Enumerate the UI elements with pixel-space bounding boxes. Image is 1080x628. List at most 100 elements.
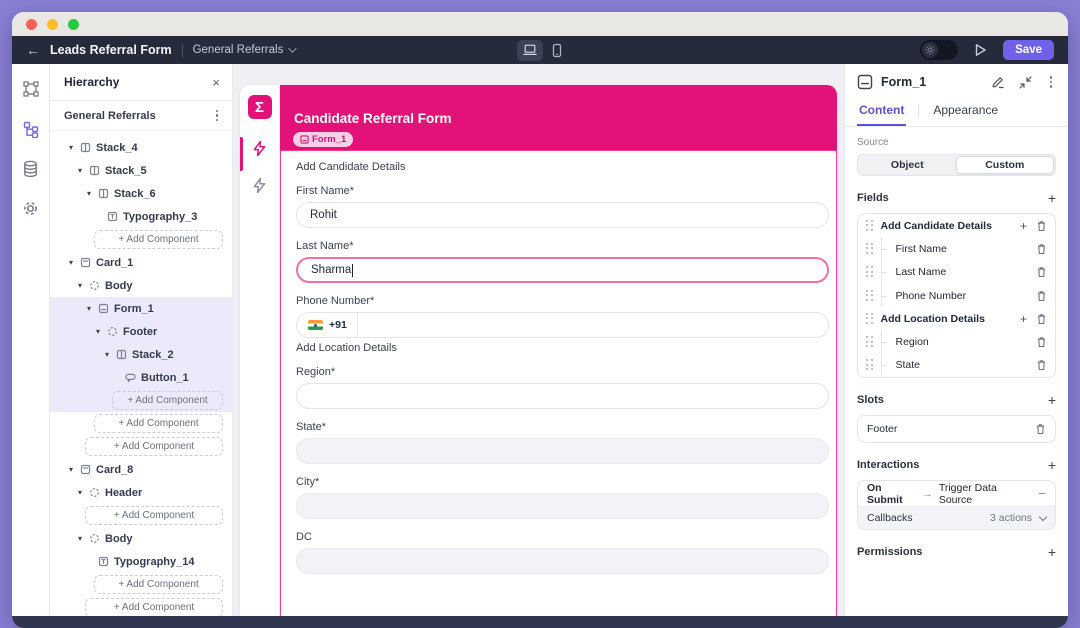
caret-down-icon[interactable]: ▾ — [76, 166, 84, 175]
tree-item-form_1[interactable]: ▾ Form_1 — [50, 297, 232, 320]
trash-icon[interactable] — [1036, 220, 1047, 232]
preview-play-button[interactable] — [974, 43, 987, 57]
drag-handle-icon[interactable] — [866, 289, 874, 302]
caret-down-icon[interactable]: ▾ — [76, 488, 84, 497]
hierarchy-panel-icon[interactable] — [22, 120, 40, 138]
caret-down-icon[interactable]: ▾ — [103, 350, 111, 359]
tree-item-typography_3[interactable]: ▾Typography_3 — [50, 205, 232, 228]
trash-icon[interactable] — [1036, 290, 1047, 302]
slot-row-footer[interactable]: Footer — [858, 416, 1055, 442]
tree-item-body[interactable]: ▾ Body — [50, 274, 232, 297]
form-selection-badge[interactable]: Form_1 — [293, 132, 354, 147]
tree-item-stack_4[interactable]: ▾ Stack_4 — [50, 136, 232, 159]
tree-add-component-button[interactable]: + Add Component — [50, 412, 232, 435]
tree-item-card_8[interactable]: ▾ Card_8 — [50, 458, 232, 481]
trash-icon[interactable] — [1036, 243, 1047, 255]
field-input-city[interactable] — [296, 493, 829, 519]
tree-item-stack_6[interactable]: ▾ Stack_6 — [50, 182, 232, 205]
tree-add-component-button[interactable]: + Add Component — [50, 504, 232, 527]
tree-item-footer[interactable]: ▾ Footer — [50, 320, 232, 343]
add-component-button[interactable]: + Add Component — [94, 414, 223, 433]
bolt-active-icon[interactable] — [253, 141, 266, 156]
fields-row-state[interactable]: State — [858, 353, 1055, 378]
hierarchy-root-row[interactable]: General Referrals — [50, 101, 232, 131]
trash-icon[interactable] — [1036, 336, 1047, 348]
drag-handle-icon[interactable] — [866, 312, 874, 325]
add-interaction-icon[interactable]: + — [1048, 458, 1056, 472]
tree-item-typography_14[interactable]: ▾Typography_14 — [50, 550, 232, 573]
field-input-region[interactable] — [296, 383, 829, 409]
tree-item-stack_2[interactable]: ▾ Stack_2 — [50, 343, 232, 366]
tree-add-component-button[interactable]: + Add Component — [50, 573, 232, 596]
caret-down-icon[interactable]: ▾ — [76, 534, 84, 543]
fields-row-add-location-details[interactable]: Add Location Details + — [858, 307, 1055, 330]
drag-handle-icon[interactable] — [866, 266, 874, 278]
fields-row-last-name[interactable]: Last Name — [858, 260, 1055, 284]
trash-icon[interactable] — [1036, 359, 1047, 371]
tree-item-header[interactable]: ▾ Header — [50, 481, 232, 504]
trash-icon[interactable] — [1036, 266, 1047, 278]
tree-add-component-button[interactable]: + Add Component — [50, 596, 232, 616]
caret-down-icon[interactable]: ▾ — [94, 327, 102, 336]
add-component-button[interactable]: + Add Component — [85, 437, 223, 456]
edit-pencil-icon[interactable] — [991, 75, 1005, 89]
fields-row-phone-number[interactable]: Phone Number — [858, 283, 1055, 308]
tree-item-card_1[interactable]: ▾ Card_1 — [50, 251, 232, 274]
field-input-dc[interactable] — [296, 548, 829, 574]
add-component-button[interactable]: + Add Component — [85, 506, 223, 525]
drag-handle-icon[interactable] — [866, 219, 874, 232]
tree-item-stack_5[interactable]: ▾ Stack_5 — [50, 159, 232, 182]
drag-handle-icon[interactable] — [866, 336, 874, 348]
add-slot-icon[interactable]: + — [1048, 393, 1056, 407]
remove-interaction-icon[interactable]: − — [1038, 486, 1046, 501]
add-field-icon[interactable]: + — [1048, 191, 1056, 205]
save-button[interactable]: Save — [1003, 40, 1054, 60]
add-subfield-icon[interactable]: + — [1020, 312, 1027, 326]
tree-add-component-button[interactable]: + Add Component — [50, 389, 232, 412]
field-input-first-name[interactable]: Rohit — [296, 202, 829, 228]
interaction-on-submit-row[interactable]: On Submit → Trigger Data Source − — [858, 481, 1055, 508]
minimize-window-button[interactable] — [47, 18, 58, 30]
caret-down-icon[interactable]: ▾ — [85, 304, 93, 313]
caret-down-icon[interactable]: ▾ — [67, 143, 75, 152]
caret-down-icon[interactable]: ▾ — [85, 189, 93, 198]
tree-item-button_1[interactable]: ▾Button_1 — [50, 366, 232, 389]
more-options-icon[interactable] — [1046, 74, 1057, 90]
fields-row-region[interactable]: Region — [858, 330, 1055, 354]
drag-handle-icon[interactable] — [866, 359, 874, 371]
desktop-view-button[interactable] — [517, 39, 543, 61]
fields-row-first-name[interactable]: First Name — [858, 237, 1055, 261]
field-input-state[interactable] — [296, 438, 829, 464]
fields-row-add-candidate-details[interactable]: Add Candidate Details + — [858, 214, 1055, 237]
zoom-window-button[interactable] — [68, 18, 79, 30]
source-option-object[interactable]: Object — [859, 156, 956, 174]
trash-icon[interactable] — [1036, 313, 1047, 325]
source-option-custom[interactable]: Custom — [955, 156, 1054, 174]
phone-country-prefix[interactable]: +91 — [297, 313, 358, 337]
artboard-icon[interactable] — [22, 80, 40, 98]
more-options-icon[interactable] — [212, 108, 223, 124]
add-subfield-icon[interactable]: + — [1020, 219, 1027, 233]
add-component-button[interactable]: + Add Component — [94, 230, 223, 249]
tree-item-body[interactable]: ▾ Body — [50, 527, 232, 550]
tree-add-component-button[interactable]: + Add Component — [50, 228, 232, 251]
field-input-phone-number[interactable]: +91 — [296, 312, 829, 338]
database-icon[interactable] — [22, 160, 39, 178]
caret-down-icon[interactable]: ▾ — [76, 281, 84, 290]
settings-toggle[interactable] — [920, 40, 959, 60]
drag-handle-icon[interactable] — [866, 242, 874, 255]
caret-down-icon[interactable]: ▾ — [67, 258, 75, 267]
add-permission-icon[interactable]: + — [1048, 545, 1056, 559]
caret-down-icon[interactable]: ▾ — [67, 465, 75, 474]
tree-add-component-button[interactable]: + Add Component — [50, 435, 232, 458]
close-icon[interactable]: × — [212, 75, 220, 90]
tab-appearance[interactable]: Appearance — [931, 100, 1000, 124]
callbacks-row[interactable]: Callbacks 3 actions — [858, 507, 1055, 530]
add-component-button[interactable]: + Add Component — [112, 391, 223, 410]
settings-gear-icon[interactable] — [22, 200, 39, 217]
add-component-button[interactable]: + Add Component — [94, 575, 223, 594]
tab-content[interactable]: Content — [857, 100, 907, 126]
collapse-panel-icon[interactable] — [1018, 75, 1032, 89]
bolt-inactive-icon[interactable] — [253, 178, 266, 193]
add-component-button[interactable]: + Add Component — [85, 598, 223, 616]
